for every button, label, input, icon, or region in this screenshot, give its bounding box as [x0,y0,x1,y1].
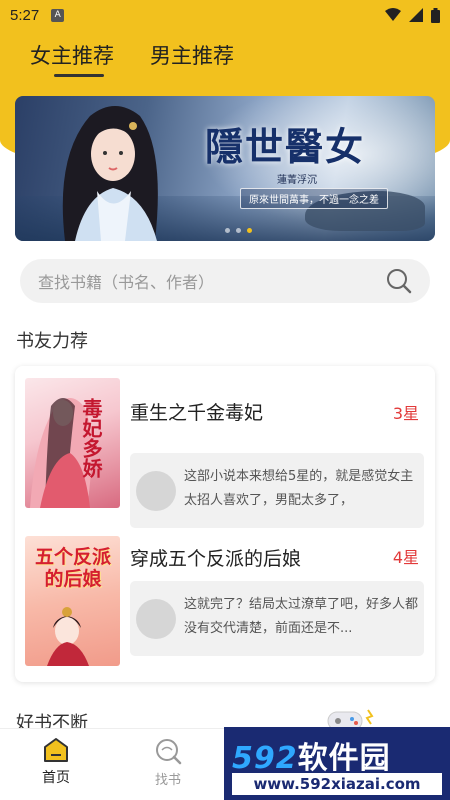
cover-title: 毒妃多娇 [79,398,103,478]
section-title-recommend: 书友力荐 [16,331,88,352]
tab-female-recommend[interactable]: 女主推荐 [30,40,114,70]
review-box[interactable]: 这部小说本来想给5星的，就是感觉女主太招人喜欢了，男配太多了， [130,453,424,528]
book-cover[interactable]: 毒妃多娇 [25,378,120,508]
recommend-card: 毒妃多娇 重生之千金毒妃 3星 这部小说本来想给5星的，就是感觉女主太招人喜欢了… [15,366,435,682]
book-title[interactable]: 穿成五个反派的后娘 [130,544,301,571]
home-icon [44,738,68,762]
banner-author: 蓮菁浮沉 [277,175,317,186]
book-rating: 3星 [392,404,419,423]
avatar [136,599,176,639]
header: 女主推荐 男主推荐 [0,30,450,88]
avatar [136,471,176,511]
list-item[interactable]: 毒妃多娇 重生之千金毒妃 3星 这部小说本来想给5星的，就是感觉女主太招人喜欢了… [15,378,435,528]
promo-banner[interactable]: 隱世醫女 蓮菁浮沉 原來世間萬事，不過一念之差 [15,96,435,241]
tab-underline [54,74,104,77]
status-time: 5:27 [10,6,40,24]
review-text: 这部小说本来想给5星的，就是感觉女主太招人喜欢了，男配太多了， [184,469,414,508]
signal-icon [409,8,423,22]
search-bar[interactable]: 查找书籍（书名、作者） [20,259,430,303]
watermark-text: 软件园 [297,741,391,776]
search-icon[interactable] [386,268,412,294]
banner-tagline: 原來世間萬事，不過一念之差 [240,188,388,209]
nav-home[interactable]: 首页 [16,737,96,787]
watermark-logo: 592软件园 www.592xiazai.com [224,727,450,800]
battery-icon [431,7,440,23]
watermark-title: 592软件园 [232,733,391,777]
banner-character-illustration [62,106,158,241]
cover-title: 五个反派的后娘 [34,546,111,590]
find-book-icon [156,739,182,765]
search-input[interactable]: 查找书籍（书名、作者） [38,269,386,293]
tab-male-recommend[interactable]: 男主推荐 [150,40,234,70]
banner-title: 隱世醫女 [205,124,366,169]
nav-find-book[interactable]: 找书 [128,737,208,788]
book-title[interactable]: 重生之千金毒妃 [130,398,263,425]
nav-home-label: 首页 [42,770,70,786]
banner-pagination [225,228,252,233]
review-box[interactable]: 这就完了？结局太过潦草了吧，好多人都没有交代清楚，前面还是不... [130,581,424,656]
book-cover[interactable]: 五个反派的后娘 [25,536,120,666]
banner-dot[interactable] [236,228,241,233]
banner-dot[interactable] [225,228,230,233]
status-bar: 5:27 A [0,0,450,30]
notification-icon: A [51,8,65,22]
review-text: 这就完了？结局太过潦草了吧，好多人都没有交代清楚，前面还是不... [184,597,418,636]
nav-find-label: 找书 [154,773,181,788]
banner-dot-active[interactable] [247,228,252,233]
book-rating: 4星 [392,548,419,567]
list-item[interactable]: 五个反派的后娘 穿成五个反派的后娘 4星 这就完了？结局太过潦草了吧，好多人都没… [15,536,435,676]
watermark-url: www.592xiazai.com [232,773,442,795]
watermark-number: 592 [232,741,298,776]
wifi-icon [385,8,401,21]
